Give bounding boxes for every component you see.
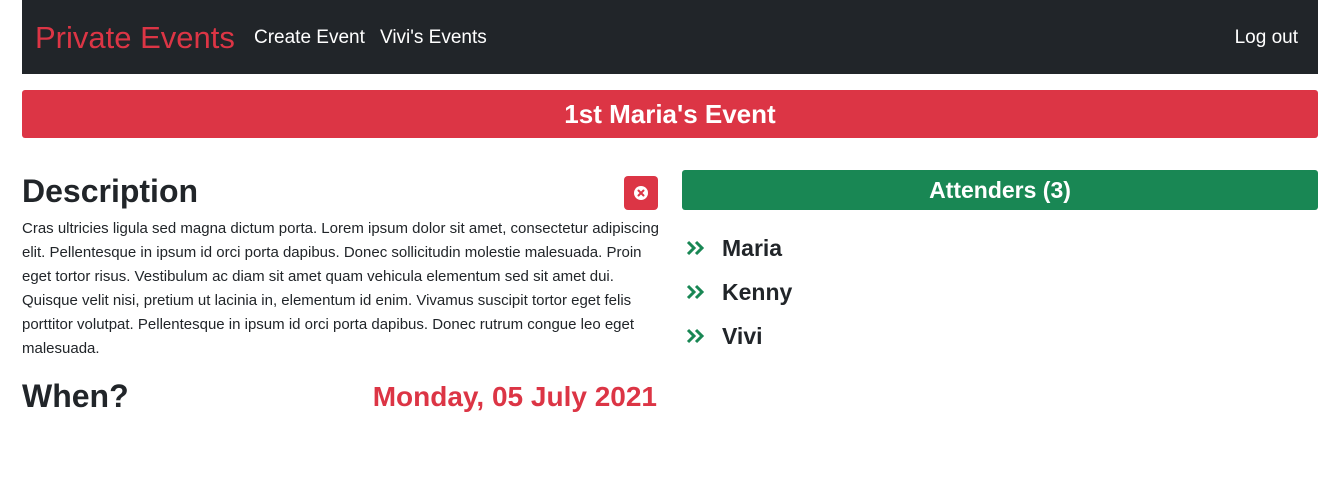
attenders-heading: Attenders (3) <box>682 170 1318 210</box>
double-chevron-right-icon <box>686 283 706 301</box>
times-circle-icon <box>633 185 649 201</box>
when-heading: When? <box>22 378 129 414</box>
nav-user-events[interactable]: Vivi's Events <box>380 27 487 49</box>
delete-event-button[interactable] <box>624 176 658 210</box>
attender-name: Vivi <box>722 323 763 349</box>
brand-link[interactable]: Private Events <box>35 20 235 56</box>
double-chevron-right-icon <box>686 239 706 257</box>
attender-item: Maria <box>686 226 792 270</box>
attender-item: Vivi <box>686 314 792 358</box>
event-date: Monday, 05 July 2021 <box>372 381 657 412</box>
attender-name: Maria <box>722 235 783 261</box>
navbar: Private Events Create Event Vivi's Event… <box>22 0 1318 74</box>
attender-name: Kenny <box>722 279 793 305</box>
event-title: 1st Maria's Event <box>22 90 1318 138</box>
description-heading: Description <box>22 173 199 209</box>
description-text: Cras ultricies ligula sed magna dictum p… <box>22 220 659 357</box>
attender-list: Maria Kenny Vivi <box>686 226 792 358</box>
attender-item: Kenny <box>686 270 792 314</box>
double-chevron-right-icon <box>686 327 706 345</box>
nav-create-event[interactable]: Create Event <box>254 27 365 49</box>
logout-link[interactable]: Log out <box>1235 27 1298 49</box>
